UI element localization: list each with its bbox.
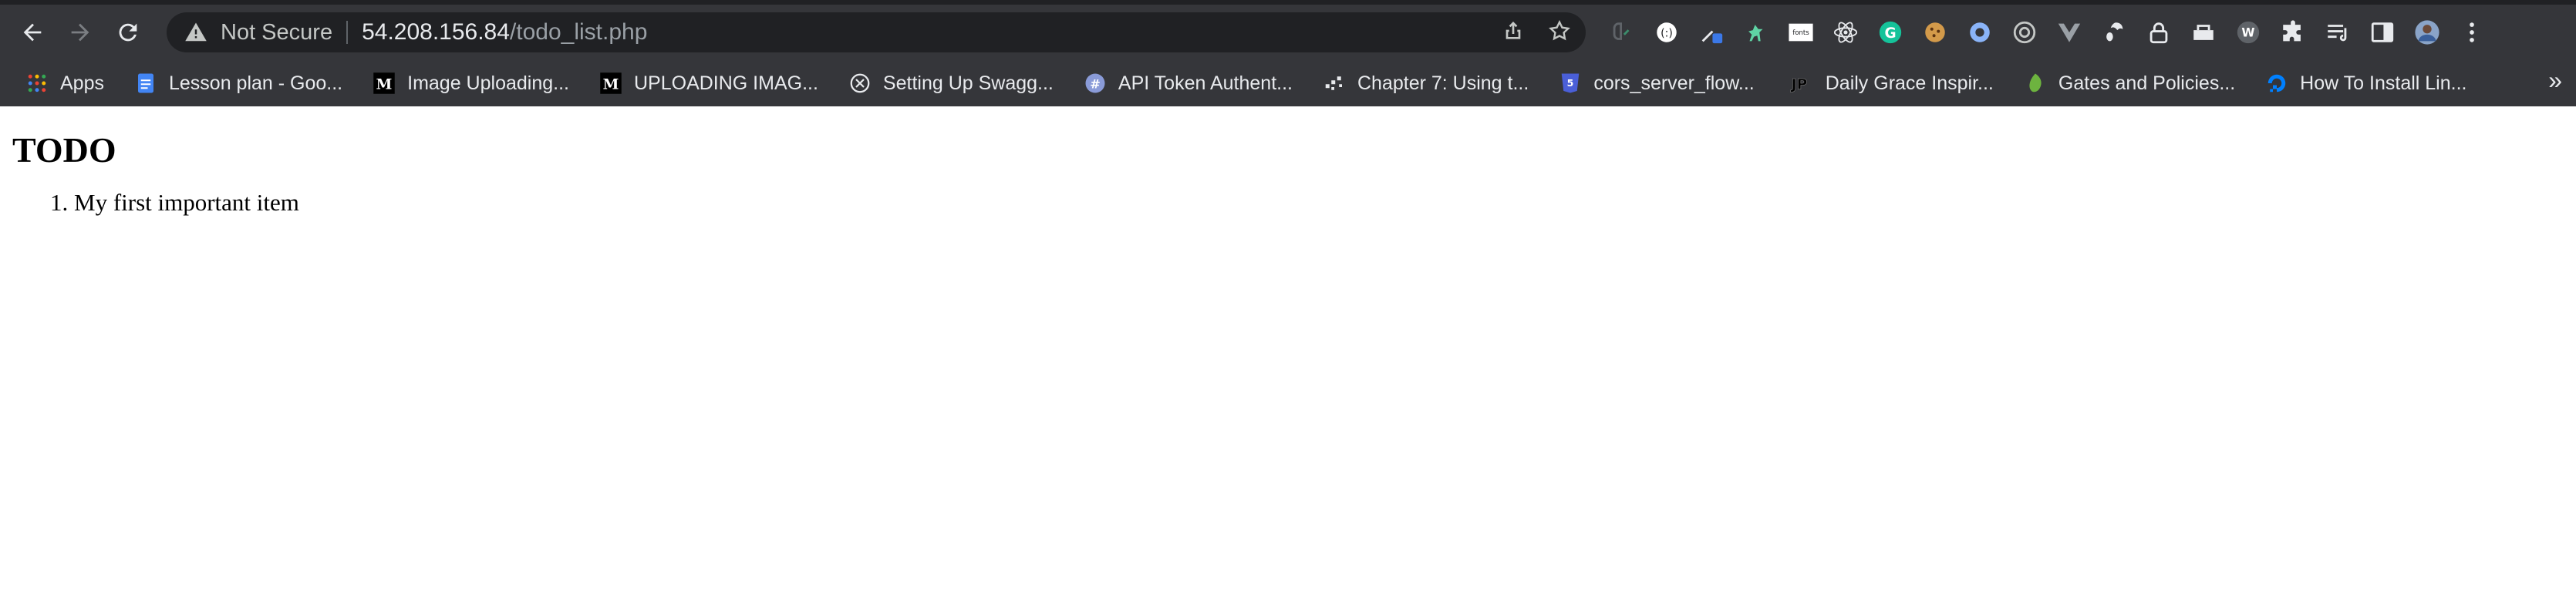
more-menu-icon[interactable] — [2450, 12, 2494, 52]
back-button[interactable] — [12, 12, 52, 52]
bookmark-label: Gates and Policies... — [2058, 72, 2236, 94]
apps-grid-icon — [25, 71, 49, 96]
bookmark-image-uploading[interactable]: M Image Uploading... — [361, 65, 580, 102]
bookmark-install-linux[interactable]: How To Install Lin... — [2254, 65, 2477, 102]
bookmark-apps[interactable]: Apps — [14, 65, 115, 102]
svg-text:G: G — [1884, 25, 1896, 42]
svg-text:5: 5 — [1567, 77, 1574, 89]
warning-icon[interactable] — [182, 18, 210, 46]
lock-extension-icon[interactable] — [2136, 12, 2181, 52]
bookmark-swagger[interactable]: Setting Up Swagg... — [837, 65, 1064, 102]
bookmark-daily-grace[interactable]: JP Daily Grace Inspir... — [1773, 65, 2004, 102]
svg-text:fonts: fonts — [1792, 29, 1809, 37]
ublock-extension-icon[interactable]: (:) — [1644, 12, 1689, 52]
bookmark-gates-policies[interactable]: Gates and Policies... — [2012, 65, 2246, 102]
url-text[interactable]: 54.208.156.84/todo_list.php — [362, 19, 647, 45]
cookie-extension-icon[interactable] — [1913, 12, 1957, 52]
browser-toolbar: Not Secure 54.208.156.84/todo_list.php (… — [0, 5, 2576, 60]
eyedropper-extension-icon[interactable] — [1689, 12, 1734, 52]
bookmark-label: API Token Authent... — [1118, 72, 1293, 94]
css-icon: 5 — [1558, 71, 1583, 96]
fonts-extension-icon[interactable]: fonts — [1779, 12, 1823, 52]
svg-text:W: W — [2241, 26, 2254, 40]
profile-avatar[interactable] — [2405, 12, 2450, 52]
reload-icon — [119, 23, 137, 42]
svg-text:#: # — [1090, 76, 1101, 91]
page-heading: TODO — [12, 130, 116, 170]
spiral-extension-icon[interactable] — [1957, 12, 2002, 52]
svg-text:JP: JP — [1789, 77, 1807, 93]
jp-icon: JP — [1784, 71, 1815, 96]
bookmark-label: cors_server_flow... — [1593, 72, 1755, 94]
leaf-icon — [2023, 71, 2048, 96]
react-extension-icon[interactable] — [1823, 12, 1868, 52]
svg-text:(:): (:) — [1661, 28, 1673, 40]
wappalyzer-extension-icon[interactable]: W — [2226, 12, 2271, 52]
toolbox-extension-icon[interactable] — [2181, 12, 2226, 52]
bookmark-chapter-7[interactable]: Chapter 7: Using t... — [1311, 65, 1539, 102]
bookmark-label: Image Uploading... — [407, 72, 569, 94]
bookmark-label: Lesson plan - Goo... — [168, 72, 343, 94]
page-content: TODO My first important item — [0, 106, 2576, 235]
arrow-right-icon — [71, 23, 89, 42]
todo-list: My first important item — [12, 189, 2564, 217]
target-extension-icon[interactable] — [2002, 12, 2047, 52]
reading-list-icon[interactable] — [2315, 12, 2360, 52]
bookmark-label: How To Install Lin... — [2300, 72, 2467, 94]
brain-extension-icon[interactable] — [1600, 12, 1644, 52]
forward-button[interactable] — [60, 12, 100, 52]
svg-text:M: M — [376, 76, 393, 93]
address-bar[interactable]: Not Secure 54.208.156.84/todo_list.php — [167, 12, 1586, 52]
google-docs-icon — [133, 71, 158, 96]
gnome-extension-icon[interactable] — [2092, 12, 2136, 52]
puzzle-extension-icon[interactable] — [2271, 12, 2315, 52]
bookmark-cors-server[interactable]: 5 cors_server_flow... — [1547, 65, 1765, 102]
url-path: /todo_list.php — [509, 19, 648, 45]
dots-icon — [1322, 71, 1347, 96]
bookmark-uploading-image[interactable]: M UPLOADING IMAG... — [588, 65, 829, 102]
arrow-left-icon — [23, 23, 42, 42]
side-panel-icon[interactable] — [2360, 12, 2405, 52]
medium-icon: M — [598, 71, 623, 96]
reload-button[interactable] — [108, 12, 148, 52]
bookmarks-bar: Apps Lesson plan - Goo... M Image Upload… — [0, 60, 2576, 106]
address-bar-actions — [1501, 12, 1572, 52]
todo-item: My first important item — [74, 189, 2564, 217]
extensions-bar: (:) fonts G W — [1600, 12, 2494, 52]
bookmark-label: UPLOADING IMAG... — [633, 72, 818, 94]
share-icon[interactable] — [1501, 18, 1526, 47]
bookmarks-overflow-button[interactable]: » — [2548, 66, 2562, 95]
bookmark-label: Chapter 7: Using t... — [1357, 72, 1529, 94]
bookmark-lesson-plan[interactable]: Lesson plan - Goo... — [123, 65, 353, 102]
browser-chrome: Not Secure 54.208.156.84/todo_list.php (… — [0, 0, 2576, 106]
digitalocean-icon — [2264, 71, 2289, 96]
grammarly-extension-icon[interactable]: G — [1868, 12, 1913, 52]
bookmark-label: Apps — [60, 72, 104, 94]
medium-icon: M — [372, 71, 396, 96]
address-divider — [346, 21, 349, 44]
bookmark-label: Daily Grace Inspir... — [1825, 72, 1994, 94]
svg-text:M: M — [603, 76, 619, 93]
bookmark-label: Setting Up Swagg... — [882, 72, 1054, 94]
dinosaur-extension-icon[interactable] — [1734, 12, 1779, 52]
circle-x-icon — [848, 71, 872, 96]
bookmark-api-token[interactable]: # API Token Authent... — [1072, 65, 1303, 102]
bookmark-star-icon[interactable] — [1547, 18, 1572, 47]
hash-icon: # — [1083, 71, 1108, 96]
vue-extension-icon[interactable] — [2047, 12, 2092, 52]
security-label[interactable]: Not Secure — [221, 20, 332, 45]
url-host: 54.208.156.84 — [362, 19, 510, 45]
